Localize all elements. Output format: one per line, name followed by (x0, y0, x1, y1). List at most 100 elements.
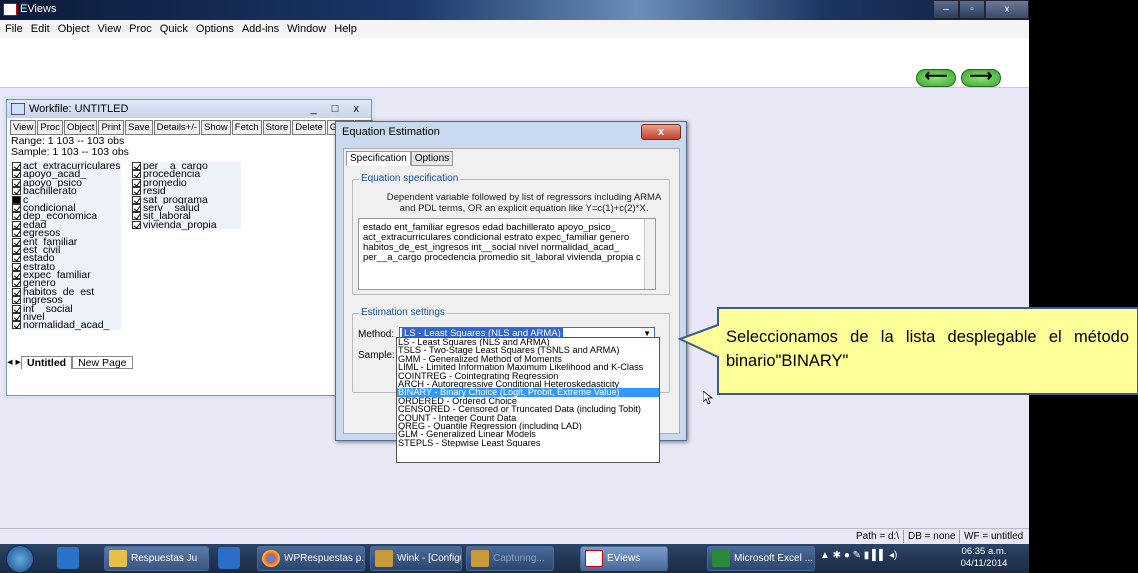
wf-btn-object[interactable]: Object (63, 120, 98, 135)
menu-object[interactable]: Object (58, 20, 90, 38)
dialog-tabs: Specification Options (346, 151, 454, 166)
series-icon (132, 195, 141, 204)
restore-button[interactable]: ▫ (959, 0, 985, 19)
sample-label: Sample: (358, 350, 395, 361)
back-arrow-icon[interactable]: ⟵ (916, 69, 956, 87)
series-icon (12, 287, 21, 296)
workfile-sample: Sample: 1 103 -- 103 obs (11, 146, 129, 158)
method-option[interactable]: COINTREG - Cointegrating Regression (397, 372, 659, 380)
method-option[interactable]: LS - Least Squares (NLS and ARMA) (397, 338, 659, 346)
method-option[interactable]: TSLS - Two-Stage Least Squares (TSNLS an… (397, 346, 659, 354)
equation-scrollbar[interactable] (644, 219, 655, 289)
series-icon (12, 220, 21, 229)
workfile-object-item[interactable]: normalidad_acad_ (11, 320, 121, 331)
series-icon (12, 170, 21, 179)
series-icon (12, 212, 21, 221)
clock-time: 06:35 a.m. (961, 546, 1007, 557)
status-bar: Path = d:\ DB = none WF = untitled (0, 528, 1029, 544)
dialog-close-button[interactable]: x (641, 124, 681, 140)
equation-spec-group: Equation specification Dependent variabl… (352, 173, 670, 295)
desktop-screen: EViews – ▫ x File Edit Object View Proc … (0, 0, 1029, 573)
object-name: vivienda_propia (143, 218, 217, 231)
media-player-icon[interactable] (218, 547, 240, 569)
wf-btn-view[interactable]: View (10, 120, 37, 135)
taskbar-label: Respuestas Ju (131, 553, 198, 564)
series-icon (12, 262, 21, 271)
workfile-icon (11, 103, 25, 115)
method-option[interactable]: BINARY - Binary Choice (Logit, Probit, E… (397, 388, 659, 397)
folder-icon (109, 550, 127, 567)
internet-explorer-icon[interactable] (57, 547, 79, 569)
workfile-window-controls[interactable]: _ □ x (311, 100, 365, 118)
tab-nav-arrows[interactable]: ◂ ▸ (7, 356, 21, 369)
equation-input[interactable]: estado ent_familiar egresos edad bachill… (358, 218, 656, 290)
method-option[interactable]: CENSORED - Censored or Truncated Data (i… (397, 405, 659, 413)
wf-btn-fetch[interactable]: Fetch (231, 120, 262, 135)
taskbar-item-wink[interactable]: Wink - [Configu... (370, 546, 462, 571)
method-option[interactable]: LIML - Limited Information Maximum Likel… (397, 363, 659, 371)
menu-help[interactable]: Help (334, 20, 357, 38)
taskbar-item-capturing[interactable]: Capturing... (466, 546, 554, 571)
eviews-icon (585, 550, 603, 567)
taskbar-label: EViews (607, 553, 641, 564)
taskbar-label: Microsoft Excel ... (734, 553, 813, 564)
menu-edit[interactable]: Edit (31, 20, 50, 38)
menu-add-ins[interactable]: Add-ins (242, 20, 279, 38)
tab-new-page[interactable]: New Page (72, 356, 133, 369)
wf-btn-details[interactable]: Details+/- (153, 120, 201, 135)
method-option[interactable]: STEPLS - Stepwise Least Squares (397, 439, 659, 447)
method-option[interactable]: QREG - Quantile Regression (including LA… (397, 422, 659, 430)
method-option[interactable]: ORDERED - Ordered Choice (397, 397, 659, 405)
menu-proc[interactable]: Proc (129, 20, 152, 38)
method-label: Method: (358, 329, 395, 340)
series-icon (12, 237, 21, 246)
menu-quick[interactable]: Quick (160, 20, 188, 38)
menu-file[interactable]: File (5, 20, 23, 38)
tab-specification[interactable]: Specification (346, 151, 411, 166)
start-button[interactable] (6, 545, 34, 573)
taskbar-item-respuestas[interactable]: Respuestas Ju (104, 546, 209, 571)
workfile-window: Workfile: UNTITLED _ □ x View Proc Objec… (6, 99, 373, 396)
wf-btn-print[interactable]: Print (98, 120, 124, 135)
wf-btn-proc[interactable]: Proc (37, 120, 63, 135)
method-option[interactable]: GLM - Generalized Linear Models (397, 430, 659, 438)
series-icon (12, 313, 21, 322)
taskbar-item-excel[interactable]: Microsoft Excel ... (707, 546, 815, 571)
command-window[interactable] (0, 38, 1029, 88)
status-db: DB = none (908, 531, 956, 542)
method-option[interactable]: COUNT - Integer Count Data (397, 414, 659, 422)
clock[interactable]: 06:35 a.m. 04/11/2014 (955, 546, 1013, 570)
menu-window[interactable]: Window (287, 20, 326, 38)
series-icon (12, 162, 21, 170)
method-option[interactable]: GMM - Generalized Method of Moments (397, 355, 659, 363)
series-icon (132, 178, 141, 187)
menu-options[interactable]: Options (196, 20, 234, 38)
wink-icon (471, 550, 489, 567)
dialog-title: Equation Estimation (342, 126, 440, 138)
wf-btn-show[interactable]: Show (201, 120, 231, 135)
tab-options[interactable]: Options (410, 151, 454, 166)
callout-text: Seleccionamos de la lista desplegable el… (726, 328, 1129, 370)
close-button[interactable]: x (985, 0, 1029, 19)
taskbar: Respuestas Ju WPRespuestas p... Wink - [… (0, 544, 1029, 573)
excel-icon (712, 550, 730, 567)
wf-btn-store[interactable]: Store (262, 120, 292, 135)
forward-arrow-icon[interactable]: ⟶ (961, 69, 1001, 87)
wf-btn-save[interactable]: Save (124, 120, 153, 135)
app-titlebar: EViews – ▫ x (0, 0, 1029, 20)
status-wf: WF = untitled (964, 531, 1024, 542)
taskbar-item-eviews[interactable]: EViews (580, 546, 668, 571)
taskbar-label: Wink - [Configu... (397, 553, 461, 564)
series-icon (132, 203, 141, 212)
method-option[interactable]: ARCH - Autoregressive Conditional Hetero… (397, 380, 659, 388)
tab-untitled[interactable]: Untitled (21, 356, 73, 369)
series-icon (12, 245, 21, 254)
series-icon (12, 304, 21, 313)
window-controls: – ▫ x (933, 0, 1029, 20)
menu-view[interactable]: View (98, 20, 122, 38)
workfile-object-item[interactable]: vivienda_propia (131, 218, 241, 231)
taskbar-item-chrome[interactable]: WPRespuestas p... (257, 546, 365, 571)
minimize-button[interactable]: – (933, 0, 959, 19)
workfile-title: Workfile: UNTITLED (29, 103, 129, 115)
wf-btn-delete[interactable]: Delete (292, 120, 326, 135)
